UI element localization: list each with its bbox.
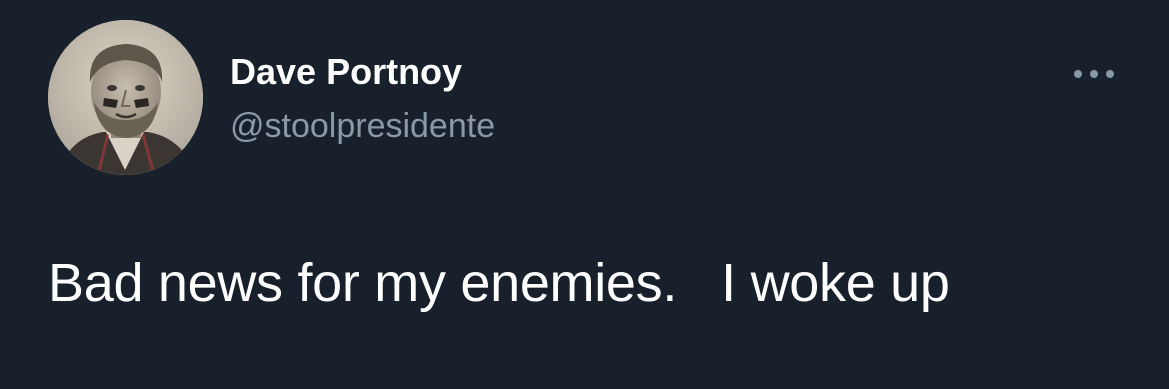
tweet-text: Bad news for my enemies. I woke up (48, 253, 950, 313)
avatar-image (48, 20, 203, 175)
tweet-card: Dave Portnoy @stoolpresidente Bad news f… (0, 0, 1169, 389)
more-options-button[interactable] (1064, 54, 1124, 94)
author-handle[interactable]: @stoolpresidente (230, 106, 495, 146)
author-display-name[interactable]: Dave Portnoy (230, 52, 462, 92)
avatar[interactable] (48, 20, 203, 175)
more-horizontal-icon (1074, 70, 1114, 78)
